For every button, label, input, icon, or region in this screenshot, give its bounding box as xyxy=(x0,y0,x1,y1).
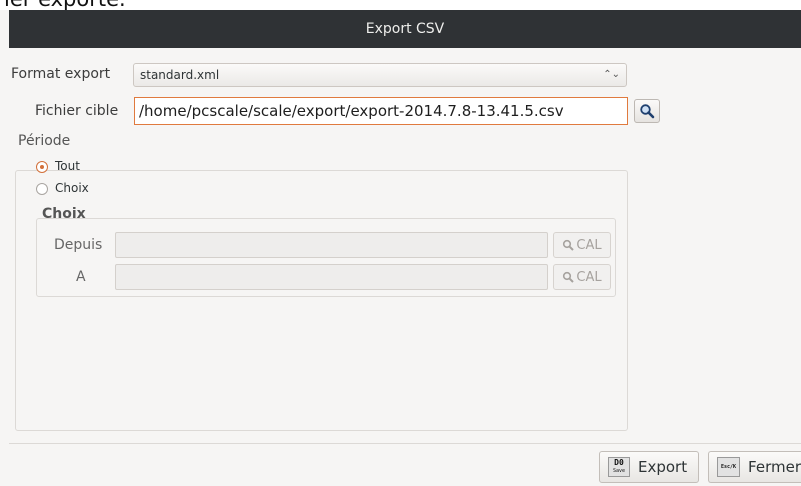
cal-label: CAL xyxy=(576,237,602,253)
depuis-date-input[interactable] xyxy=(115,232,548,258)
background-window-text: ier exporté. xyxy=(0,0,801,10)
save-key-icon: D0 Save xyxy=(608,457,630,477)
target-file-input[interactable]: /home/pcscale/scale/export/export-2014.7… xyxy=(134,97,628,125)
window-title: Export CSV xyxy=(365,21,445,37)
a-label: A xyxy=(76,269,86,285)
search-icon xyxy=(563,239,575,251)
a-date-input[interactable] xyxy=(115,264,548,290)
close-button[interactable]: Esc/K Fermer xyxy=(708,451,801,483)
format-value: standard.xml xyxy=(140,68,220,82)
a-cal-button[interactable]: CAL xyxy=(553,264,611,290)
search-icon xyxy=(640,104,655,119)
export-label: Export xyxy=(638,458,688,476)
search-icon xyxy=(563,271,575,283)
target-label: Fichier cible xyxy=(35,103,119,119)
depuis-label: Depuis xyxy=(54,237,103,253)
escape-key-icon: Esc/K xyxy=(717,457,741,477)
save-key-text: D0 xyxy=(614,458,624,467)
periode-group xyxy=(15,170,628,431)
format-label: Format export xyxy=(11,66,111,82)
radio-choix[interactable] xyxy=(36,183,48,195)
radio-tout[interactable] xyxy=(36,161,48,173)
updown-arrows-icon: ⌃⌄ xyxy=(603,69,620,80)
periode-title: Période xyxy=(18,133,71,149)
depuis-cal-button[interactable]: CAL xyxy=(553,232,611,258)
browse-button[interactable] xyxy=(634,99,660,123)
format-select[interactable]: standard.xml ⌃⌄ xyxy=(133,63,627,87)
choix-title: Choix xyxy=(42,206,86,222)
export-button[interactable]: D0 Save Export xyxy=(599,451,699,483)
close-label: Fermer xyxy=(748,458,801,476)
footer-divider xyxy=(9,443,801,444)
radio-choix-label[interactable]: Choix xyxy=(55,181,89,195)
save-key-sub: Save xyxy=(612,468,626,474)
cal-label: CAL xyxy=(576,269,602,285)
window-titlebar[interactable]: Export CSV xyxy=(9,10,801,48)
radio-tout-label[interactable]: Tout xyxy=(55,159,80,173)
